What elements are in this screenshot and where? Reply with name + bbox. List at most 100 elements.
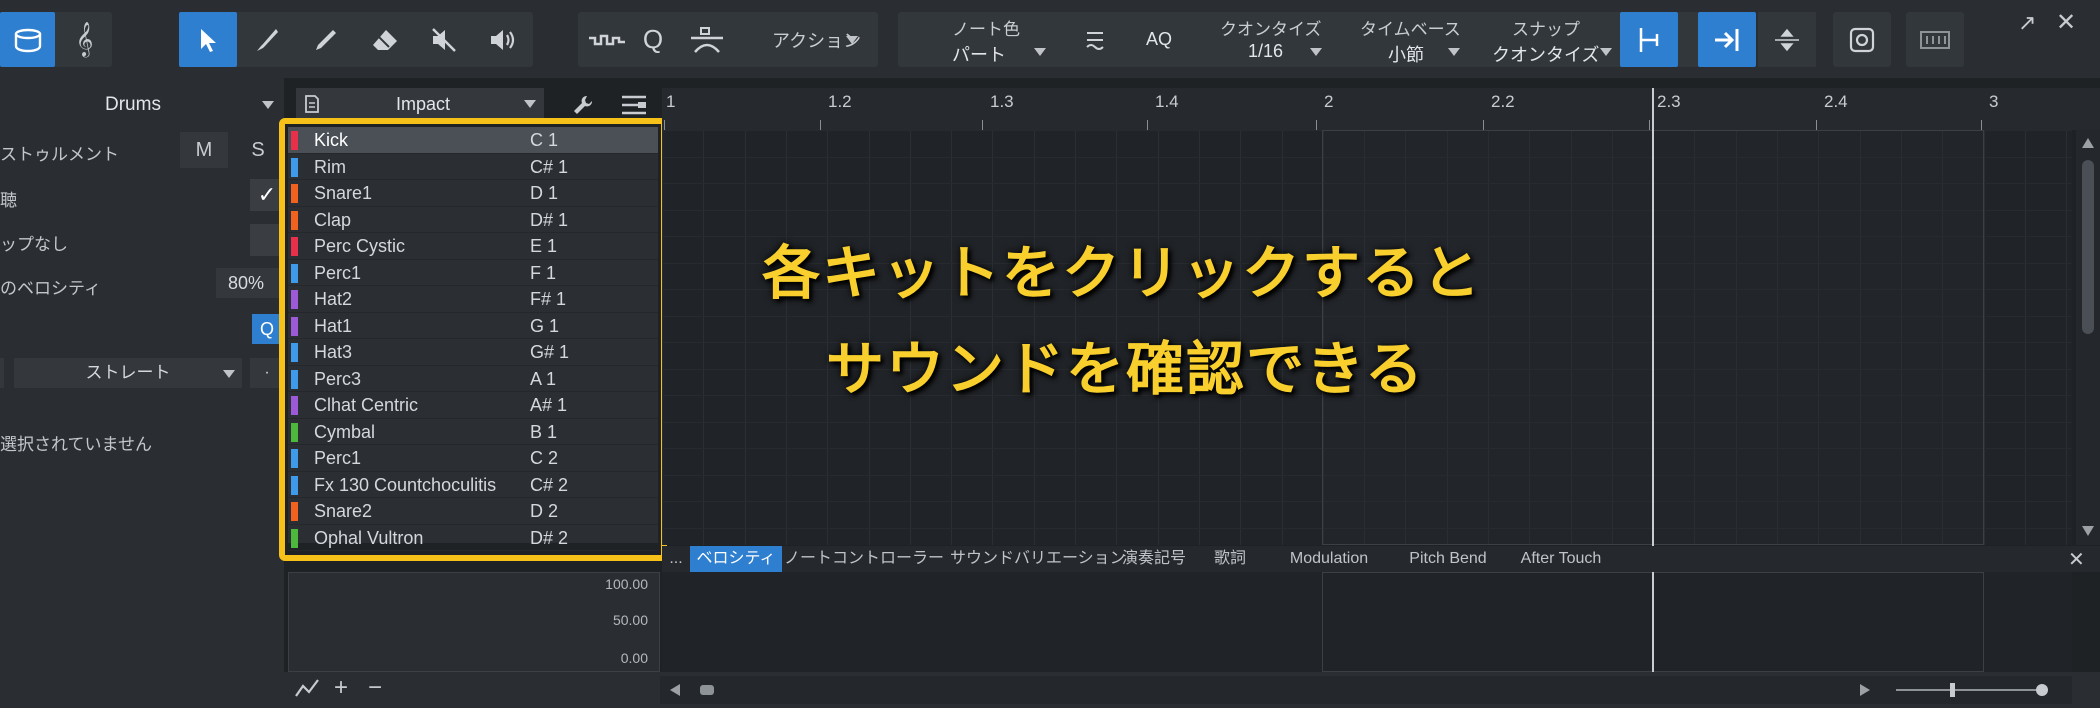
humanize-button[interactable]	[678, 12, 736, 67]
chevron-down-icon	[846, 36, 858, 44]
grid-vline	[662, 130, 663, 545]
arrow-icon	[201, 28, 216, 52]
instrument-label: ストゥルメント	[0, 145, 119, 164]
close-lane-icon[interactable]: ✕	[2068, 547, 2085, 572]
quantize-label: クオンタイズ	[1220, 20, 1322, 39]
lane-tab[interactable]: 歌詞	[1202, 546, 1258, 572]
grid-vline	[786, 130, 787, 545]
timebase-select[interactable]: 小節	[1388, 41, 1424, 67]
paint-tool-button[interactable]	[297, 12, 355, 67]
zoom-to-fit-button[interactable]	[1833, 12, 1891, 67]
listen-tool-button[interactable]	[474, 12, 532, 67]
highlight-box	[279, 118, 667, 561]
lane-tab[interactable]: After Touch	[1504, 546, 1618, 572]
velocity-scale: 100.00 50.00 0.00	[288, 572, 660, 672]
velocity-playhead	[1652, 572, 1654, 672]
target-icon	[1849, 27, 1875, 52]
auto-scroll-button[interactable]	[1698, 12, 1756, 67]
quantize-lines-icon	[1086, 31, 1104, 50]
split-view-button[interactable]	[1758, 12, 1816, 67]
ruler-label: 1	[666, 92, 676, 111]
ruler-label: 2	[1324, 92, 1334, 111]
zoom-slider[interactable]	[1896, 689, 2046, 691]
scrollbar-thumb[interactable]	[2082, 160, 2094, 334]
zoom-slider-handle[interactable]	[1950, 683, 1955, 697]
aq-settings-button[interactable]	[1070, 12, 1120, 67]
h-scrollbar-thumb[interactable]	[700, 685, 714, 695]
velocity-scale-label: 0.00	[620, 650, 648, 666]
drum-editor-button[interactable]	[0, 12, 55, 67]
lane-tab[interactable]: 演奏記号	[1114, 546, 1194, 572]
grid-vline	[1984, 130, 1985, 545]
add-lane-icon[interactable]: +	[334, 674, 348, 702]
velocity-lane[interactable]	[662, 572, 2072, 672]
chevron-down-icon	[1448, 48, 1460, 56]
document-icon	[305, 95, 319, 113]
snap-grid-icon	[1639, 27, 1659, 52]
pencil-tool-button[interactable]	[238, 12, 296, 67]
divider	[0, 358, 4, 388]
close-icon[interactable]: ✕	[2056, 8, 2076, 37]
arrow-tool-button[interactable]	[179, 12, 237, 67]
remove-lane-icon[interactable]: −	[368, 674, 382, 702]
velocity-value[interactable]: 80%	[216, 268, 284, 298]
tool-group	[179, 12, 533, 67]
track-name[interactable]: Drums	[105, 94, 161, 116]
aq-button[interactable]: AQ	[1146, 29, 1172, 50]
snap-select[interactable]: クオンタイズ	[1492, 41, 1599, 67]
bottom-bar: + −	[0, 672, 2100, 708]
follow-group	[1698, 12, 1820, 67]
instrument-select[interactable]: Impact	[296, 88, 544, 120]
treble-clef-icon: 𝄞	[75, 22, 94, 56]
snap-none-label: ップなし	[0, 235, 68, 254]
scroll-down-icon[interactable]	[2082, 526, 2094, 536]
fit-group	[1833, 12, 1891, 67]
quantize-select[interactable]: 1/16	[1248, 41, 1283, 62]
grid-vline	[2066, 130, 2067, 545]
list-view-icon[interactable]	[620, 93, 648, 117]
metronome-icon	[691, 26, 723, 53]
lane-tab[interactable]: Pitch Bend	[1400, 546, 1496, 572]
q-icon: Q	[642, 24, 664, 54]
straight-select[interactable]: ストレート	[14, 358, 242, 388]
speaker-icon	[491, 29, 515, 50]
lane-tab[interactable]: ベロシティ	[690, 546, 782, 572]
snap-toggle-button[interactable]	[1620, 12, 1678, 67]
keyboard-button[interactable]	[1906, 12, 1964, 67]
ruler-label: 1.2	[828, 92, 852, 111]
eraser-tool-button[interactable]	[356, 12, 414, 67]
action-group: Q アクション	[578, 12, 878, 67]
scroll-right-icon[interactable]	[1860, 684, 1870, 696]
timeline-ruler[interactable]: 1 1.2 1.3 1.4 2 2.2 2.3 2.4 3	[662, 88, 2100, 132]
vertical-scrollbar[interactable]	[2076, 130, 2100, 545]
keyboard-group	[1906, 12, 1964, 67]
quantize-q-button[interactable]: Q	[628, 12, 678, 67]
mode-group: 𝄞	[0, 12, 112, 67]
selection-status: 選択されていません	[0, 435, 152, 454]
ruler-label: 3	[1989, 92, 1999, 111]
lane-tab[interactable]: Modulation	[1266, 546, 1392, 572]
scroll-left-icon[interactable]	[670, 684, 680, 696]
more-tabs-button[interactable]: ...	[662, 546, 690, 572]
note-color-select[interactable]: パート	[952, 41, 1006, 67]
scroll-up-icon[interactable]	[2082, 138, 2094, 148]
wrench-icon[interactable]	[572, 94, 594, 116]
solo-button[interactable]: S	[240, 132, 276, 168]
lane-tab[interactable]: サウンドバリエーション	[950, 546, 1126, 572]
zoom-knob[interactable]	[2036, 684, 2048, 696]
piano-roll-editor: { "toolbar": { "action_label": "アクション", …	[0, 0, 2100, 708]
wave-step-icon	[589, 34, 625, 45]
ruler-label: 2.2	[1491, 92, 1515, 111]
mute-tool-button[interactable]	[415, 12, 473, 67]
annotation-line-2: サウンドを確認できる	[826, 337, 1425, 402]
lane-tab[interactable]: ノートコントローラー	[784, 546, 944, 572]
mute-button[interactable]: M	[180, 132, 228, 168]
score-editor-button[interactable]: 𝄞	[57, 12, 112, 67]
playhead[interactable]	[1652, 88, 1654, 546]
mute-speaker-icon	[432, 27, 456, 52]
line-tool-icon[interactable]	[294, 678, 320, 700]
auto-scroll-icon	[1715, 28, 1739, 51]
expand-icon[interactable]: ↗	[2018, 10, 2036, 36]
ruler-label: 2.4	[1824, 92, 1848, 111]
horizontal-scrollbar[interactable]	[660, 676, 2072, 704]
